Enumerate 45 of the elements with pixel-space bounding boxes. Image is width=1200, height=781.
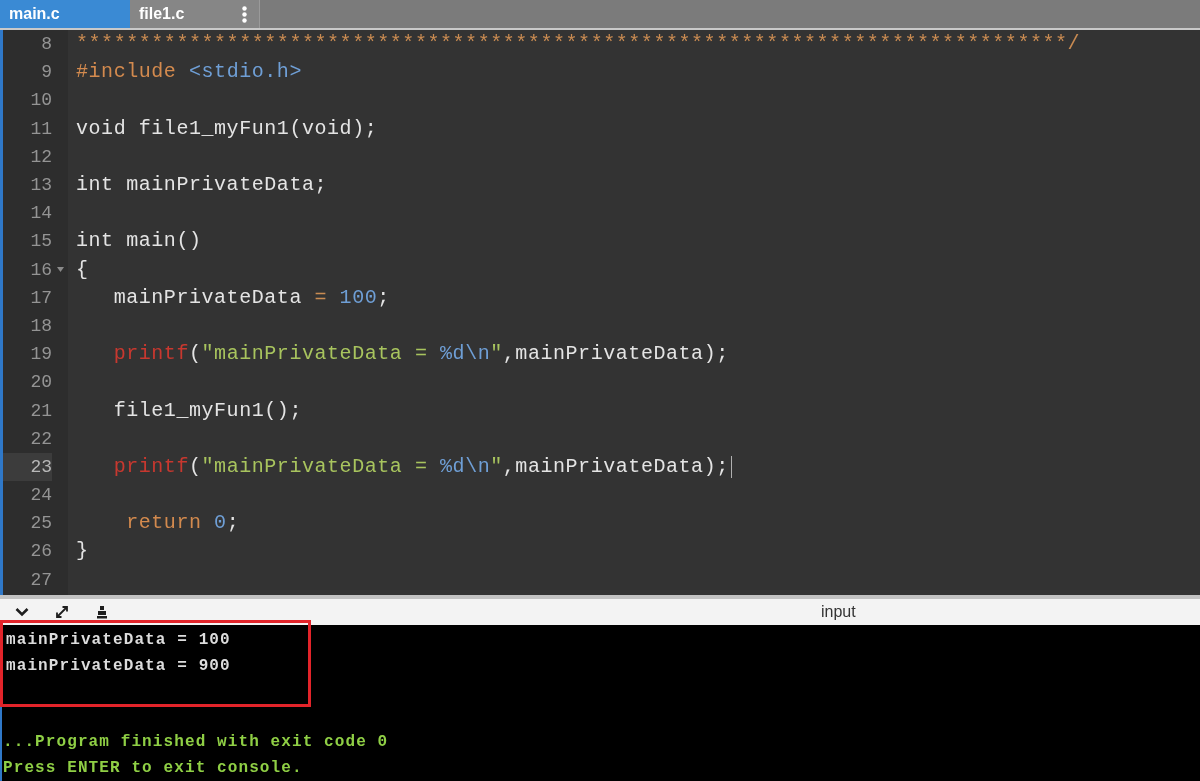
line-number: 22: [29, 427, 52, 451]
code-line: }: [76, 538, 89, 565]
line-number: 17: [29, 286, 52, 310]
file-tab[interactable]: main.c: [0, 0, 130, 28]
code-line: printf("mainPrivateData = %d\n",mainPrivateData);: [113, 453, 729, 480]
code-line: #include <stdio.h>: [76, 59, 302, 86]
line-number: 9: [40, 61, 52, 85]
line-number: 19: [29, 343, 52, 367]
code-line: int mainPrivateData;: [76, 172, 328, 199]
line-number: 24: [29, 484, 52, 508]
text-cursor: [730, 455, 732, 478]
file-tab[interactable]: file1.c: [130, 0, 260, 28]
code-line: *******************************************************************************/: [76, 31, 1081, 58]
line-number: 20: [29, 371, 52, 395]
line-number: 26: [29, 540, 52, 564]
line-number: 15: [29, 230, 52, 254]
line-number: 10: [29, 89, 52, 113]
code-line: {: [76, 256, 89, 283]
code-line: void file1_myFun1(void);: [76, 115, 378, 142]
code-line: printf("mainPrivateData = %d\n",mainPrivateData);: [113, 341, 729, 368]
line-number: 27: [29, 568, 52, 592]
expand-icon[interactable]: [55, 605, 69, 619]
code-line: mainPrivateData = 100;: [113, 284, 390, 311]
code-line: int main(): [76, 228, 202, 255]
console-output-line: mainPrivateData = 100: [6, 630, 231, 651]
console-status-line: Press ENTER to exit console.: [3, 758, 303, 779]
line-number: 14: [29, 202, 52, 226]
input-tab[interactable]: input: [821, 603, 856, 621]
stamp-icon[interactable]: [95, 605, 109, 619]
kebab-menu-icon[interactable]: [242, 5, 247, 23]
line-number: 16: [29, 258, 52, 282]
chevron-down-icon[interactable]: [15, 605, 29, 619]
line-number: 12: [29, 145, 52, 169]
fold-caret-icon[interactable]: [56, 267, 64, 273]
line-number: 23: [3, 452, 52, 481]
line-number: 25: [29, 512, 52, 536]
line-number: 11: [29, 117, 52, 141]
line-number: 13: [29, 174, 52, 198]
line-number: 21: [29, 399, 52, 423]
console-status-line: ...Program finished with exit code 0: [3, 732, 389, 753]
line-number: 8: [40, 33, 52, 57]
code-line: return 0;: [126, 510, 240, 537]
code-line: file1_myFun1();: [113, 397, 302, 424]
console-output-line: mainPrivateData = 900: [6, 656, 231, 677]
line-number: 18: [29, 314, 52, 338]
